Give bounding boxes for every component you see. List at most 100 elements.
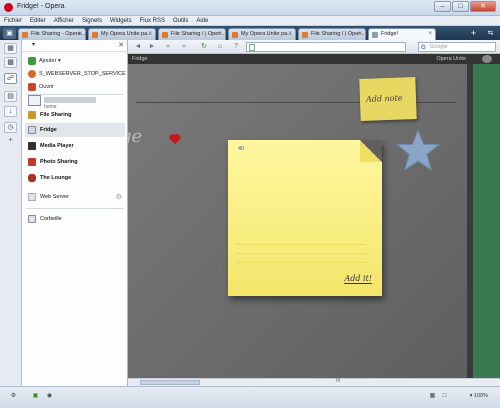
- search-placeholder: Google: [430, 44, 448, 50]
- folder-icon: [28, 111, 36, 119]
- tab-favicon-icon: [92, 32, 98, 38]
- stop-icon: [28, 69, 36, 78]
- note-lines[interactable]: [236, 236, 366, 263]
- sidebar-item-media-player[interactable]: Media Player: [25, 139, 125, 153]
- opera-logo-icon[interactable]: [4, 3, 13, 12]
- search-field[interactable]: G Google: [418, 42, 496, 52]
- history-panel-icon[interactable]: ◷: [4, 122, 17, 133]
- page-icon: [249, 44, 255, 51]
- sidebar-item-trash[interactable]: Corbeille: [25, 212, 125, 226]
- tab-fridge[interactable]: Fridge! ×: [368, 28, 436, 40]
- scroll-thumb[interactable]: [140, 380, 200, 385]
- navigation-bar: ◄ ► « » ↻ ⌂ ? G Google: [128, 40, 500, 54]
- back-button[interactable]: ◄: [132, 41, 144, 52]
- bookmarks-panel-icon[interactable]: ▦: [4, 43, 17, 54]
- sidebar-item-label: Media Player: [40, 143, 74, 149]
- tab-close-icon[interactable]: ×: [148, 29, 152, 40]
- add-service-button[interactable]: Ajouter ▾: [28, 55, 61, 66]
- tab-favicon-icon: [22, 32, 28, 38]
- images-icon[interactable]: □: [439, 391, 450, 401]
- tab-close-icon[interactable]: ×: [218, 29, 222, 40]
- status-bar: ⚙ ▣ ◉ ▦ □ ▾ 100%: [0, 386, 500, 408]
- forward-button[interactable]: ►: [146, 41, 158, 52]
- menu-item-outils[interactable]: Outils: [173, 16, 188, 25]
- tab-close-icon[interactable]: ×: [78, 29, 82, 40]
- unite-panel-icon[interactable]: ☍: [4, 73, 17, 84]
- menu-bar: Fichier Editer Afficher Signets Widgets …: [0, 16, 500, 26]
- tab-label: My Opera Unite pa...: [101, 31, 152, 37]
- google-icon[interactable]: G: [421, 44, 426, 52]
- sidebar-item-label: Corbeille: [40, 216, 62, 222]
- scroll-grip: III: [336, 378, 341, 384]
- close-button[interactable]: ✕: [470, 1, 496, 12]
- tab-file-sharing-3[interactable]: File Sharing / | Oper... ×: [298, 28, 366, 40]
- turbo-icon[interactable]: ◉: [44, 391, 55, 401]
- minimize-button[interactable]: –: [434, 1, 451, 12]
- action-label: S_WEBSERVER_STOP_SERVICE: [39, 70, 126, 77]
- sidebar-item-web-server[interactable]: Web Server ⚙: [25, 190, 125, 204]
- transfers-panel-icon[interactable]: ↓: [4, 106, 17, 117]
- unite-sidebar: ▾ ✕ Ajouter ▾ S_WEBSERVER_STOP_SERVICE O…: [22, 40, 128, 386]
- sidebar-menu-icon[interactable]: ▾: [32, 41, 35, 48]
- horizontal-scrollbar[interactable]: III: [128, 378, 500, 386]
- address-field[interactable]: [246, 42, 406, 52]
- menu-item-editer[interactable]: Editer: [30, 16, 46, 25]
- add-panel-icon[interactable]: +: [4, 136, 17, 147]
- tab-label: File Sharing - Opera...: [31, 31, 86, 37]
- stop-service-button[interactable]: S_WEBSERVER_STOP_SERVICE: [28, 68, 126, 79]
- rewind-button[interactable]: «: [162, 41, 174, 52]
- window-title: Fridge! - Opera: [17, 3, 65, 10]
- menu-item-widgets[interactable]: Widgets: [110, 16, 132, 25]
- tab-close-icon[interactable]: ×: [288, 29, 292, 40]
- notes-panel-icon[interactable]: ▤: [4, 91, 17, 102]
- star-magnet-icon: [396, 128, 440, 172]
- menu-item-signets[interactable]: Signets: [82, 16, 102, 25]
- tab-label: Fridge!: [381, 31, 399, 37]
- unite-status-icon[interactable]: ▣: [30, 391, 41, 401]
- action-label: Ajouter ▾: [39, 57, 61, 64]
- menu-item-fichier[interactable]: Fichier: [4, 16, 22, 25]
- tab-menu-icon[interactable]: ⇆: [484, 28, 497, 39]
- fridge-magnet-text: ge: [128, 126, 143, 147]
- sidebar-item-photo-sharing[interactable]: Photo Sharing: [25, 155, 125, 169]
- tab-label: File Sharing / | Oper...: [311, 31, 365, 37]
- tab-my-opera-unite-1[interactable]: My Opera Unite pa... ×: [88, 28, 156, 40]
- wand-button[interactable]: ?: [230, 41, 242, 52]
- tab-my-opera-unite-2[interactable]: My Opera Unite pa... ×: [228, 28, 296, 40]
- add-it-button[interactable]: Add it!: [344, 274, 372, 284]
- tab-file-sharing-1[interactable]: File Sharing - Opera... ×: [18, 28, 86, 40]
- widgets-panel-icon[interactable]: ▩: [4, 57, 17, 68]
- tab-favicon-icon: [162, 32, 168, 38]
- sticky-note[interactable]: 40 Add it!: [228, 140, 382, 296]
- sidebar-item-fridge[interactable]: Fridge: [25, 123, 125, 137]
- gear-icon[interactable]: ⚙: [116, 193, 122, 201]
- tab-close-icon[interactable]: ×: [428, 29, 432, 40]
- new-tab-button[interactable]: +: [467, 28, 480, 39]
- menu-item-aide[interactable]: Aide: [196, 16, 208, 25]
- open-service-button[interactable]: Ouvrir: [28, 81, 54, 92]
- sidebar-close-icon[interactable]: ✕: [118, 41, 124, 49]
- maximize-button[interactable]: □: [452, 1, 469, 12]
- menu-item-afficher[interactable]: Afficher: [54, 16, 74, 25]
- tab-favicon-icon: [232, 32, 238, 38]
- divider: [26, 208, 124, 209]
- fridge-icon: [28, 126, 36, 134]
- add-note-label: Add note: [365, 93, 403, 104]
- reload-button[interactable]: ↻: [198, 41, 210, 52]
- sidebar-item-file-sharing[interactable]: File Sharing: [25, 108, 125, 122]
- add-note-button[interactable]: Add note: [359, 77, 417, 121]
- view-icon[interactable]: ▦: [427, 391, 438, 401]
- trash-icon: [28, 215, 36, 223]
- menu-item-flux-rss[interactable]: Flux RSS: [140, 16, 165, 25]
- tab-close-icon[interactable]: ×: [358, 29, 362, 40]
- tab-file-sharing-2[interactable]: File Sharing / | Oper... ×: [158, 28, 226, 40]
- home-button[interactable]: ⌂: [214, 41, 226, 52]
- lounge-icon: [28, 174, 36, 182]
- settings-icon[interactable]: ⚙: [8, 391, 19, 401]
- note-line: [236, 236, 366, 245]
- sidebar-item-the-lounge[interactable]: The Lounge: [25, 171, 125, 185]
- page-curl: [360, 140, 382, 162]
- closed-tabs-icon[interactable]: ▣: [3, 28, 16, 39]
- zoom-level[interactable]: ▾ 100%: [470, 391, 488, 401]
- fast-forward-button[interactable]: »: [178, 41, 190, 52]
